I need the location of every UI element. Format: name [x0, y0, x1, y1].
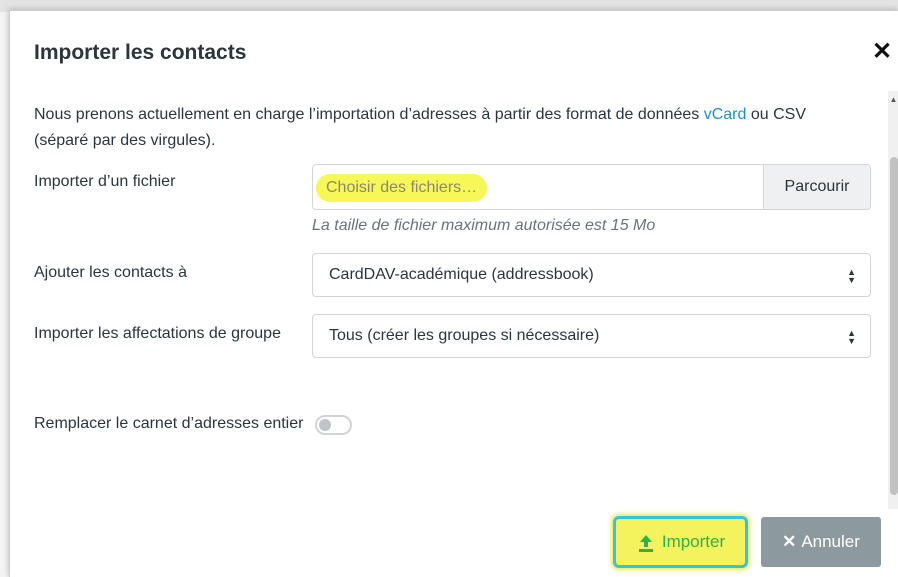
import-button-label: Importer	[661, 532, 726, 551]
groups-select[interactable]: Tous (créer les groupes si nécessaire) ▲…	[312, 314, 871, 358]
file-placeholder: Choisir des fichiers…	[316, 174, 488, 202]
groups-label: Importer les affectations de groupe	[34, 325, 281, 342]
scroll-up-icon[interactable]: ▲	[888, 95, 898, 105]
scroll-thumb[interactable]	[890, 157, 898, 495]
dialog-footer: Importer ✕ Annuler	[10, 509, 898, 577]
replace-toggle[interactable]	[315, 415, 352, 435]
replace-label: Remplacer le carnet d’adresses entier	[34, 415, 304, 432]
dialog-title: Importer les contacts	[34, 41, 247, 64]
scrollbar[interactable]: ▲	[888, 91, 898, 509]
dialog-body: Nous prenons actuellement en charge l’im…	[10, 91, 888, 501]
file-size-help: La taille de fichier maximum autorisée e…	[312, 217, 656, 234]
addressbook-select-value: CardDAV-académique (addressbook)	[329, 266, 594, 283]
file-label: Importer d’un fichier	[34, 173, 176, 190]
vcard-link[interactable]: vCard	[704, 106, 747, 123]
browse-button[interactable]: Parcourir	[763, 165, 870, 209]
close-icon[interactable]: ✕	[870, 39, 894, 65]
import-contacts-dialog: Importer les contacts ✕ Nous prenons act…	[9, 10, 898, 577]
toggle-knob	[319, 419, 331, 431]
select-arrows-icon: ▲ ▼	[847, 266, 856, 285]
groups-select-value: Tous (créer les groupes si nécessaire)	[329, 327, 600, 344]
file-input[interactable]: Choisir des fichiers… Parcourir	[312, 164, 871, 210]
target-label: Ajouter les contacts à	[34, 264, 187, 281]
cancel-button-label: Annuler	[801, 532, 860, 551]
intro-text-start: Nous prenons actuellement en charge l’im…	[34, 106, 704, 123]
cancel-button[interactable]: ✕ Annuler	[761, 517, 881, 567]
import-button[interactable]: Importer	[613, 516, 748, 568]
intro-text: Nous prenons actuellement en charge l’im…	[34, 102, 854, 154]
select-arrows-icon: ▲ ▼	[847, 327, 856, 346]
close-icon: ✕	[782, 532, 797, 551]
addressbook-select[interactable]: CardDAV-académique (addressbook) ▲ ▼	[312, 253, 871, 297]
dialog-header: Importer les contacts ✕	[10, 11, 898, 91]
upload-icon	[638, 534, 653, 552]
